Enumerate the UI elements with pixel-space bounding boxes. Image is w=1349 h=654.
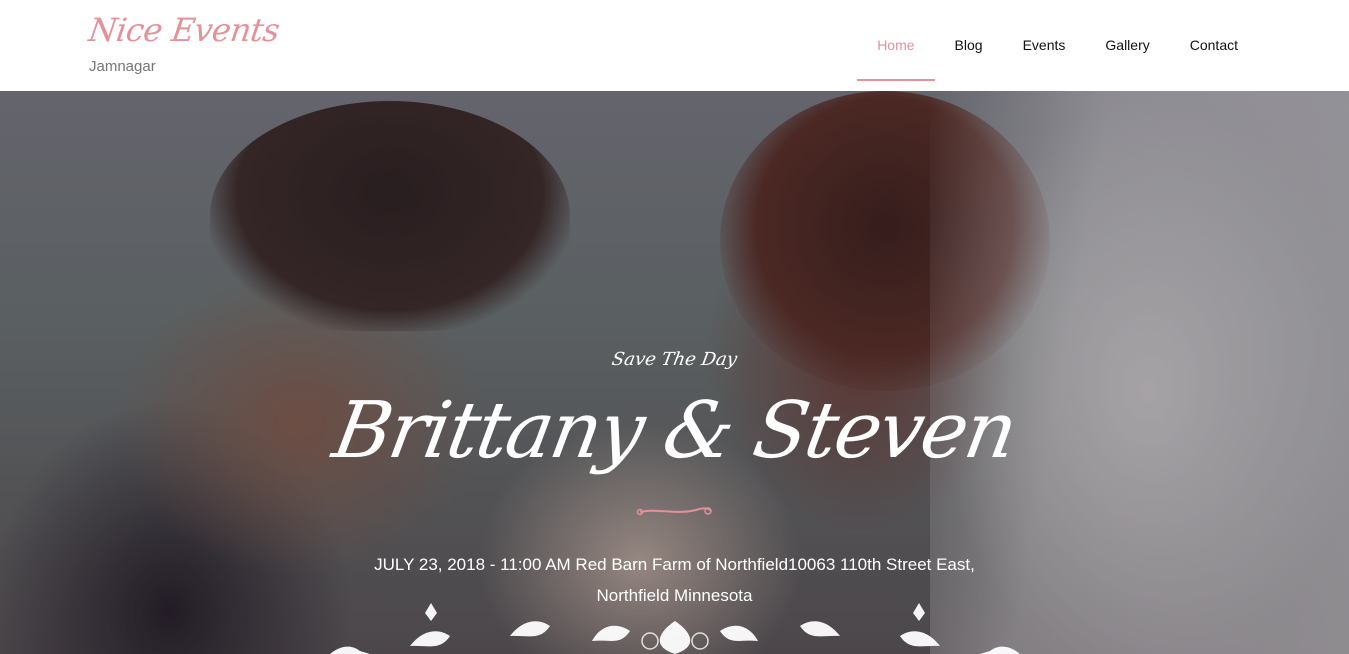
nav-events[interactable]: Events — [1003, 0, 1086, 81]
hero-banner: Save The Day Brittany & Steven JULY 23, … — [0, 91, 1349, 654]
nav-blog[interactable]: Blog — [935, 0, 1003, 81]
hero-subtitle: Save The Day — [610, 349, 739, 370]
main-nav: Home Blog Events Gallery Contact — [857, 0, 1258, 91]
couple-names: Brittany & Steven — [326, 386, 1023, 476]
site-header: Nice Events Jamnagar Home Blog Events Ga… — [0, 0, 1349, 91]
brand: Nice Events Jamnagar — [86, 8, 282, 75]
location-label: Jamnagar — [89, 58, 156, 75]
hero-content: Save The Day Brittany & Steven JULY 23, … — [0, 91, 1349, 654]
nav-home[interactable]: Home — [857, 0, 935, 81]
nav-contact[interactable]: Contact — [1170, 0, 1258, 81]
floral-ornament-icon — [330, 603, 1020, 654]
site-logo[interactable]: Nice Events — [86, 8, 282, 52]
flourish-divider-icon — [636, 507, 712, 516]
nav-gallery[interactable]: Gallery — [1085, 0, 1169, 81]
